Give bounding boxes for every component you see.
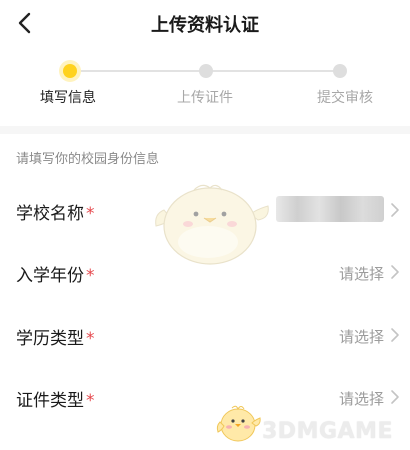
step-progress: 填写信息 上传证件 提交审核 [0,56,410,112]
select-placeholder: 请选择 [338,265,384,283]
step-dot-submit [333,64,347,78]
section-divider [0,126,410,134]
required-mark: * [86,329,95,349]
education-type-field[interactable]: 学历类型 * 请选择 [0,307,410,363]
chevron-right-icon [391,328,399,342]
school-name-value-blurred [276,196,384,222]
field-label: 入学年份 * [16,266,95,286]
required-mark: * [86,204,95,224]
chevron-right-icon [391,390,399,404]
required-mark: * [86,266,95,286]
select-placeholder: 请选择 [338,390,384,408]
step-connector [76,70,200,72]
field-label: 学历类型 * [16,329,95,349]
chevron-right-icon [391,265,399,279]
chevron-right-icon [391,203,399,217]
required-mark: * [86,391,95,411]
step-connector [212,70,336,72]
step-label-fill-info: 填写信息 [40,90,96,106]
page-title: 上传资料认证 [151,15,259,36]
step-label-submit: 提交审核 [317,90,373,106]
document-type-field[interactable]: 证件类型 * 请选择 [0,369,410,425]
field-label: 证件类型 * [16,391,95,411]
select-placeholder: 请选择 [338,328,384,346]
mascot-watermark-icon [155,184,269,265]
step-dot-fill-info [63,64,77,78]
nav-bar: 上传资料认证 [0,0,410,46]
step-dot-upload [199,64,213,78]
form-hint: 请填写你的校园身份信息 [16,152,160,167]
step-label-upload: 上传证件 [177,90,233,106]
watermark-text: 3DMGAME [262,419,393,444]
field-label: 学校名称 * [16,204,95,224]
watermark-logo-icon [216,405,261,442]
